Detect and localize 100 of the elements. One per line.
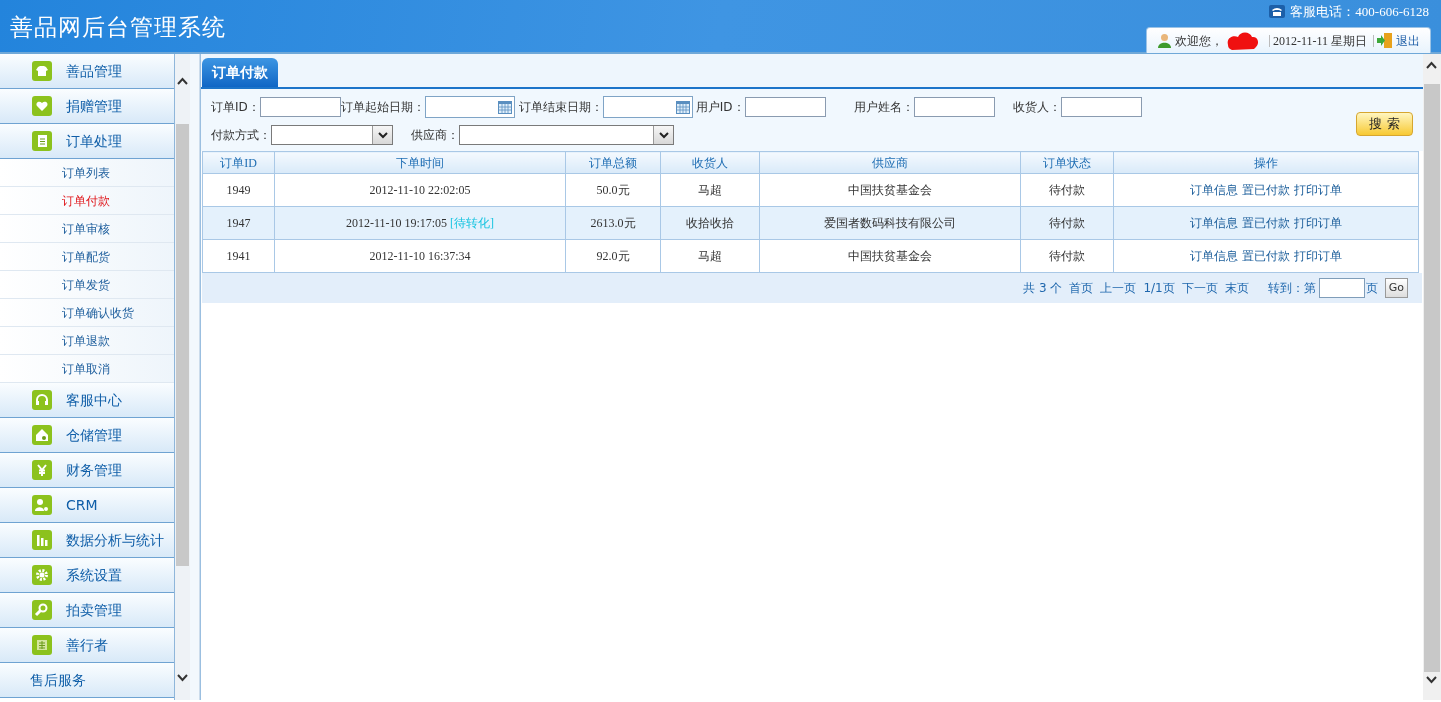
scrollbar-thumb[interactable] bbox=[176, 124, 189, 566]
action-link[interactable]: 订单信息 bbox=[1190, 216, 1238, 230]
search-button[interactable]: 搜 索 bbox=[1356, 112, 1413, 136]
field-label: 用户姓名： bbox=[853, 99, 914, 116]
pager-link[interactable]: 1/1页 bbox=[1143, 279, 1175, 297]
table-row[interactable]: 1949 2012-11-10 22:02:05 50.0元 马超 中国扶贫基金会 待付款 订单信息 置已付款 打印订单 bbox=[202, 173, 1419, 207]
shirt-icon bbox=[32, 61, 52, 81]
sidebar-item[interactable]: 善品管理 bbox=[0, 54, 174, 89]
redaction-mark bbox=[1225, 30, 1260, 51]
table-cell: 2012-11-10 19:17:05 [待转化] bbox=[274, 206, 566, 240]
submenu-item[interactable]: 订单发货 bbox=[0, 271, 174, 299]
sidebar-item[interactable]: 仓储管理 bbox=[0, 418, 174, 453]
column-header: 收货人 bbox=[660, 151, 760, 174]
action-link[interactable]: 置已付款 bbox=[1242, 249, 1290, 263]
submenu-item[interactable]: 订单确认收货 bbox=[0, 299, 174, 327]
sidebar-scrollbar[interactable] bbox=[175, 54, 190, 700]
calendar-icon[interactable] bbox=[675, 100, 690, 114]
chevron-down-icon bbox=[658, 131, 669, 139]
sidebar-item[interactable]: 拍卖管理 bbox=[0, 593, 174, 628]
table-cell: 待付款 bbox=[1020, 206, 1114, 240]
stamp-icon bbox=[32, 635, 52, 655]
submenu-item[interactable]: 订单配货 bbox=[0, 243, 174, 271]
sidebar-item[interactable]: CRM bbox=[0, 488, 174, 523]
input-field[interactable] bbox=[259, 97, 341, 117]
table-cell: 92.0元 bbox=[565, 239, 661, 273]
sidebar-item[interactable]: 系统设置 bbox=[0, 558, 174, 593]
main-scrollbar[interactable] bbox=[1423, 54, 1441, 700]
table-cell: 马超 bbox=[660, 173, 760, 207]
telephone-icon bbox=[1269, 5, 1286, 19]
sidebar-item[interactable]: 捐赠管理 bbox=[0, 89, 174, 124]
total-count: 共 3 个 bbox=[1023, 280, 1063, 297]
select-field[interactable] bbox=[271, 125, 393, 145]
field-label: 用户ID： bbox=[695, 99, 745, 116]
input-field[interactable] bbox=[1060, 97, 1142, 117]
date-field[interactable] bbox=[602, 96, 693, 118]
sidebar-item[interactable]: 善行者 bbox=[0, 628, 174, 663]
table-cell: 1949 bbox=[202, 173, 275, 207]
table-cell: 2012-11-10 22:02:05 bbox=[274, 173, 566, 207]
gear-icon bbox=[32, 565, 52, 585]
table-cell: 1941 bbox=[202, 239, 275, 273]
submenu-item[interactable]: 订单取消 bbox=[0, 355, 174, 383]
select-field[interactable] bbox=[459, 125, 674, 145]
sidebar-item[interactable]: 财务管理 bbox=[0, 453, 174, 488]
table-row[interactable]: 1947 2012-11-10 19:17:05 [待转化] 2613.0元 收拾收拾 爱国者数码科技有限公司 待付款 订单信息 置已付款 打印订单 bbox=[202, 206, 1419, 240]
panel-tab[interactable]: 订单付款 bbox=[202, 58, 278, 87]
action-link[interactable]: 打印订单 bbox=[1294, 183, 1342, 197]
sidebar-item[interactable]: 售后服务 bbox=[0, 663, 174, 698]
pager-link[interactable]: 下一页 bbox=[1181, 279, 1218, 297]
hotline-text: 客服电话：400-606-6128 bbox=[1290, 3, 1429, 21]
status-tag: [待转化] bbox=[450, 216, 495, 230]
calendar-icon[interactable] bbox=[497, 100, 512, 114]
table-row[interactable]: 1941 2012-11-10 16:37:34 92.0元 马超 中国扶贫基金会 待付款 订单信息 置已付款 打印订单 bbox=[202, 239, 1419, 273]
table-cell: 马超 bbox=[660, 239, 760, 273]
column-header: 订单状态 bbox=[1020, 151, 1114, 174]
submenu-item[interactable]: 订单列表 bbox=[0, 159, 174, 187]
person-gear-icon bbox=[32, 495, 52, 515]
table-cell: 2613.0元 bbox=[565, 206, 661, 240]
date-text: 2012-11-11 星期日 bbox=[1268, 34, 1374, 47]
scrollbar-thumb[interactable] bbox=[1424, 84, 1440, 672]
table-cell: 待付款 bbox=[1020, 173, 1114, 207]
pager-link[interactable]: 末页 bbox=[1224, 279, 1249, 297]
column-header: 供应商 bbox=[759, 151, 1021, 174]
pager-link[interactable]: 上一页 bbox=[1100, 279, 1137, 297]
page-input[interactable] bbox=[1318, 278, 1365, 298]
table-cell: 爱国者数码科技有限公司 bbox=[759, 206, 1021, 240]
exit-door-icon bbox=[1377, 33, 1393, 48]
submenu-item[interactable]: 订单付款 bbox=[0, 187, 174, 215]
table-cell: 中国扶贫基金会 bbox=[759, 173, 1021, 207]
action-link[interactable]: 置已付款 bbox=[1242, 183, 1290, 197]
field-label: 收货人： bbox=[1012, 99, 1061, 116]
table-cell: 收拾收拾 bbox=[660, 206, 760, 240]
field-label: 订单ID： bbox=[211, 99, 260, 116]
submenu-item[interactable]: 订单退款 bbox=[0, 327, 174, 355]
column-header: 操作 bbox=[1113, 151, 1419, 174]
action-link[interactable]: 订单信息 bbox=[1190, 249, 1238, 263]
submenu-item[interactable]: 订单审核 bbox=[0, 215, 174, 243]
date-field[interactable] bbox=[424, 96, 515, 118]
sidebar-item[interactable]: 客服中心 bbox=[0, 383, 174, 418]
go-button[interactable]: Go bbox=[1384, 278, 1408, 298]
column-header: 订单总额 bbox=[565, 151, 661, 174]
sidebar-item[interactable]: 数据分析与统计 bbox=[0, 523, 174, 558]
table-cell: 中国扶贫基金会 bbox=[759, 239, 1021, 273]
pager-link[interactable]: 首页 bbox=[1069, 279, 1094, 297]
welcome-text: 欢迎您， bbox=[1174, 32, 1223, 50]
action-link[interactable]: 打印订单 bbox=[1294, 249, 1342, 263]
action-link[interactable]: 订单信息 bbox=[1190, 183, 1238, 197]
logout-link[interactable]: 退出 bbox=[1396, 31, 1420, 50]
table-cell: 2012-11-10 16:37:34 bbox=[274, 239, 566, 273]
sidebar-item[interactable]: 订单处理 bbox=[0, 124, 174, 159]
goto-label: 转到：第 bbox=[1267, 280, 1316, 297]
input-field[interactable] bbox=[913, 97, 995, 117]
action-link[interactable]: 打印订单 bbox=[1294, 216, 1342, 230]
input-field[interactable] bbox=[744, 97, 826, 117]
app-title: 善品网后台管理系统 bbox=[10, 14, 226, 42]
column-header: 下单时间 bbox=[274, 151, 566, 174]
table-cell: 1947 bbox=[202, 206, 275, 240]
column-header: 订单ID bbox=[202, 151, 275, 174]
field-label: 订单起始日期： bbox=[340, 99, 425, 116]
yen-icon bbox=[32, 460, 52, 480]
action-link[interactable]: 置已付款 bbox=[1242, 216, 1290, 230]
